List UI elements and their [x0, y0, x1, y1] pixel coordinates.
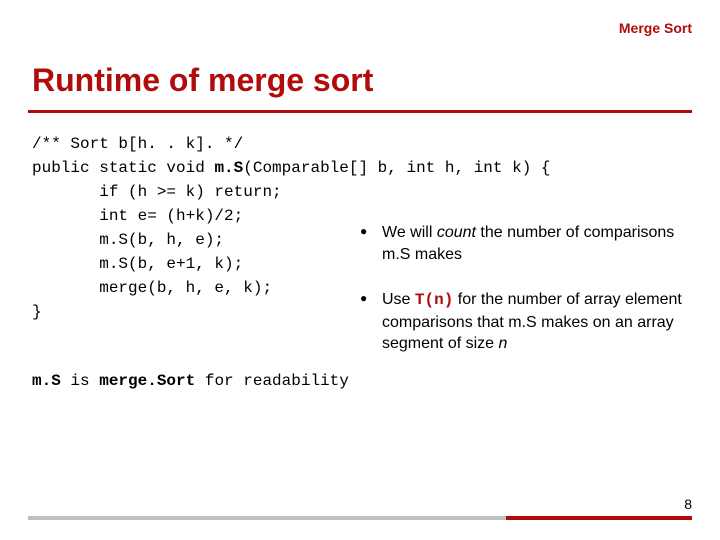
code-line: merge(b, h, e, k); [32, 279, 272, 297]
footer-divider [28, 516, 692, 520]
code-line: (Comparable[] b, int h, int k) { [243, 159, 550, 177]
code-line: m.S(b, e+1, k); [32, 255, 243, 273]
readability-text: for readability [195, 372, 349, 390]
bullet-text: We will [382, 224, 437, 241]
readability-note: m.S is merge.Sort for readability [32, 372, 349, 390]
code-line: /** Sort b[h. . k]. */ [32, 135, 243, 153]
readability-text: is [61, 372, 99, 390]
code-line: public static void [32, 159, 214, 177]
title-divider [28, 110, 692, 113]
readability-ms: m.S [32, 372, 61, 390]
code-line: if (h >= k) return; [32, 183, 282, 201]
bullet-item: We will count the number of comparisons … [360, 222, 690, 265]
bullet-item: Use T(n) for the number of array element… [360, 289, 690, 355]
code-line: m.S(b, h, e); [32, 231, 224, 249]
bullet-text: Use [382, 291, 415, 308]
header-label: Merge Sort [619, 20, 692, 36]
page-number: 8 [684, 496, 692, 512]
bullet-emph: count [437, 224, 476, 241]
code-method: m.S [214, 159, 243, 177]
tn-symbol: T(n) [415, 291, 453, 309]
bullet-list: We will count the number of comparisons … [360, 222, 690, 379]
slide-title: Runtime of merge sort [32, 62, 373, 99]
var-n: n [499, 335, 508, 352]
code-line: } [32, 303, 42, 321]
readability-mergesort: merge.Sort [99, 372, 195, 390]
code-line: int e= (h+k)/2; [32, 207, 243, 225]
